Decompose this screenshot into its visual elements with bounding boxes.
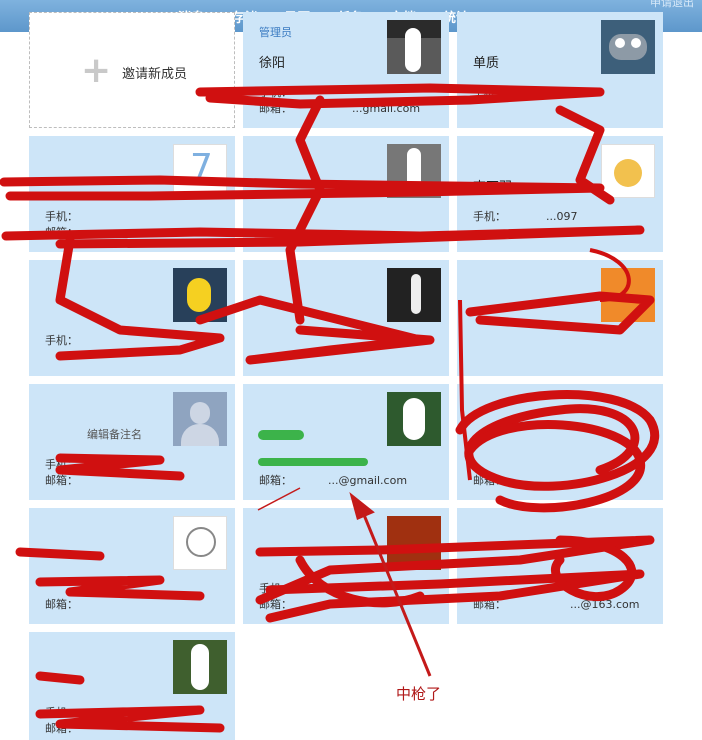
avatar — [387, 516, 441, 570]
avatar — [173, 516, 227, 570]
member-card[interactable] — [457, 260, 663, 376]
invite-member-button[interactable]: + 邀请新成员 — [29, 12, 235, 128]
avatar — [173, 268, 227, 322]
member-card[interactable]: 邮箱： ...@163.com — [457, 508, 663, 624]
member-card[interactable]: 邮箱： ...@gmail.com — [243, 384, 449, 500]
member-card[interactable]: 邮箱： — [457, 384, 663, 500]
member-mail: 邮箱： ...gmail.com — [259, 102, 421, 115]
admin-badge: 管理员 — [259, 26, 292, 39]
member-phone-label: 手机： — [259, 86, 292, 99]
member-phone-label: 手机： — [45, 210, 78, 223]
member-card-xuyang[interactable]: 管理员 徐阳 手机： 邮箱： ...gmail.com — [243, 12, 449, 128]
member-mail-label: 邮箱： — [45, 474, 78, 487]
member-mail: 邮箱： ...@163.com — [473, 598, 640, 611]
member-card[interactable] — [243, 260, 449, 376]
member-mail-label: 邮箱： — [45, 598, 78, 611]
member-phone-label: 手机： — [45, 458, 78, 471]
member-name: 单质 — [473, 56, 500, 71]
member-mail: 邮箱： ...@gmail.com — [259, 474, 408, 487]
edit-note-link[interactable]: 编辑备注名 — [87, 426, 142, 442]
member-name: 李石羽 — [473, 180, 513, 195]
leave-link[interactable]: 申请退出 — [650, 0, 694, 10]
avatar — [387, 20, 441, 74]
avatar — [601, 144, 655, 198]
member-card-danzhi[interactable]: 单质 手机： — [457, 12, 663, 128]
member-card[interactable]: 手机： — [29, 260, 235, 376]
member-card[interactable]: 手机： 邮箱： — [243, 508, 449, 624]
avatar — [173, 640, 227, 694]
member-phone-label: 手机： — [45, 706, 78, 719]
avatar — [601, 268, 655, 322]
member-card[interactable]: 手机： 邮箱： 7 — [29, 136, 235, 252]
member-card[interactable]: 邮箱： — [29, 508, 235, 624]
avatar — [387, 144, 441, 198]
member-card-lishiyu[interactable]: 李石羽 手机： ...097 — [457, 136, 663, 252]
member-mail-label: 邮箱： — [45, 226, 78, 239]
default-avatar-icon — [173, 392, 227, 446]
member-card[interactable]: 手机： 邮箱： — [29, 632, 235, 740]
member-card[interactable] — [243, 136, 449, 252]
member-mail-label: 邮箱： — [45, 722, 78, 735]
member-phone: 手机： ...097 — [473, 210, 578, 223]
invite-label: 邀请新成员 — [122, 67, 188, 82]
member-phone-label: 手机： — [473, 86, 506, 99]
member-name: 徐阳 — [259, 56, 286, 71]
member-mail-label: 邮箱： — [473, 474, 506, 487]
avatar — [601, 20, 655, 74]
member-mail-label: 邮箱： — [259, 598, 292, 611]
annotation-text: 中枪了 — [396, 685, 442, 703]
member-phone-label: 手机： — [259, 582, 292, 595]
member-phone-label: 手机： — [45, 334, 78, 347]
avatar — [387, 392, 441, 446]
member-card[interactable]: 编辑备注名 手机： 邮箱： — [29, 384, 235, 500]
avatar: 7 — [173, 144, 227, 198]
plus-icon: + — [81, 50, 112, 91]
avatar — [387, 268, 441, 322]
